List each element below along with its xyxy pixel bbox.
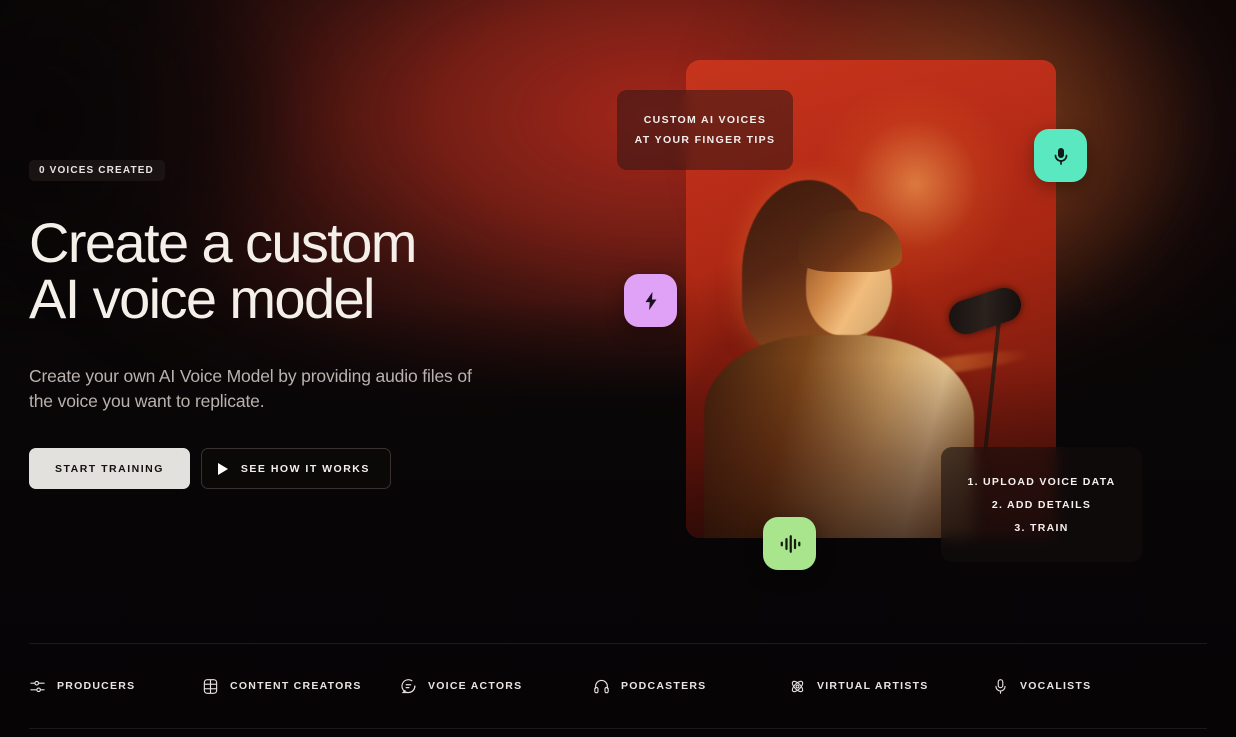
audience-label: PODCASTERS <box>621 680 707 692</box>
landing-page: CUSTOM AI VOICES AT YOUR FINGER TIPS 1. … <box>0 0 1236 737</box>
step-2-label: 2. ADD DETAILS <box>991 498 1092 511</box>
see-how-it-works-label: SEE HOW IT WORKS <box>240 462 370 475</box>
audience-item-vocalists[interactable]: VOCALISTS <box>992 678 1172 695</box>
photo-fringe <box>798 210 902 272</box>
lightning-bolt-icon <box>645 291 656 310</box>
tagline-line-1: CUSTOM AI VOICES <box>643 114 767 126</box>
atom-icon <box>789 678 806 695</box>
page-title-line-1: Create a custom <box>29 211 417 274</box>
voices-created-badge: 0 VOICES CREATED <box>29 160 165 181</box>
cta-row: START TRAINING SEE HOW IT WORKS <box>29 448 589 489</box>
audience-label: CONTENT CREATORS <box>230 680 362 692</box>
play-icon <box>217 462 228 475</box>
tagline-line-2: AT YOUR FINGER TIPS <box>634 134 776 146</box>
microphone-outline-icon <box>992 678 1009 695</box>
divider-top <box>29 643 1207 644</box>
step-1-label: 1. UPLOAD VOICE DATA <box>967 475 1116 488</box>
page-title: Create a custom AI voice model <box>29 215 589 327</box>
tagline-card: CUSTOM AI VOICES AT YOUR FINGER TIPS <box>617 90 793 170</box>
steps-card: 1. UPLOAD VOICE DATA 2. ADD DETAILS 3. T… <box>941 447 1142 562</box>
floating-badge-waveform <box>763 517 816 570</box>
divider-bottom <box>29 728 1207 729</box>
audience-label: PRODUCERS <box>57 680 136 692</box>
floating-badge-microphone <box>1034 129 1087 182</box>
photo-mic-head <box>944 283 1026 339</box>
hero-copy: 0 VOICES CREATED Create a custom AI voic… <box>29 160 589 489</box>
audience-item-content-creators[interactable]: CONTENT CREATORS <box>202 678 400 695</box>
audience-item-podcasters[interactable]: PODCASTERS <box>593 678 789 695</box>
audience-item-producers[interactable]: PRODUCERS <box>29 678 202 695</box>
film-grid-icon <box>202 678 219 695</box>
microphone-icon <box>1054 147 1067 165</box>
sliders-icon <box>29 678 46 695</box>
audience-item-voice-actors[interactable]: VOICE ACTORS <box>400 678 593 695</box>
see-how-it-works-button[interactable]: SEE HOW IT WORKS <box>200 448 391 489</box>
headphones-icon <box>593 678 610 695</box>
audience-item-virtual-artists[interactable]: VIRTUAL ARTISTS <box>789 678 992 695</box>
speech-bubble-icon <box>400 678 417 695</box>
audience-label: VOICE ACTORS <box>428 680 523 692</box>
audience-bar: PRODUCERS CONTENT CREATORS VOICE ACTORS … <box>29 668 1207 704</box>
step-3-label: 3. TRAIN <box>1014 521 1069 534</box>
floating-badge-bolt <box>624 274 677 327</box>
page-title-line-2: AI voice model <box>29 267 375 330</box>
start-training-button[interactable]: START TRAINING <box>29 448 190 489</box>
audience-label: VIRTUAL ARTISTS <box>817 680 929 692</box>
hero-subtitle: Create your own AI Voice Model by provid… <box>29 366 472 411</box>
audio-waveform-icon <box>780 534 800 553</box>
audience-label: VOCALISTS <box>1020 680 1092 692</box>
